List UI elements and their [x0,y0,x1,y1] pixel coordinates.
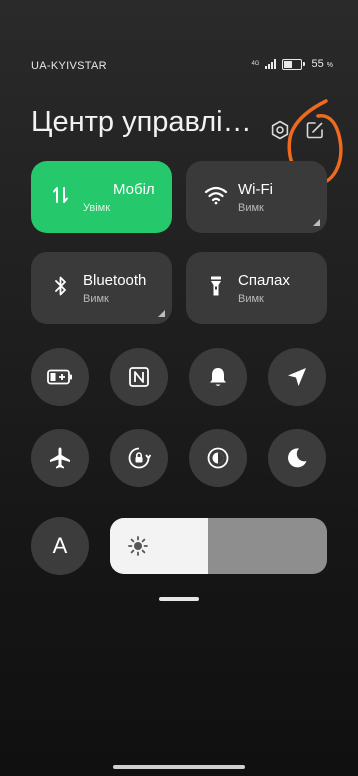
rotation-lock-icon [128,447,151,469]
battery-icon [282,58,306,70]
bluetooth-icon [49,274,73,298]
brightness-slider[interactable] [110,518,327,574]
tile-wifi[interactable]: Wi-Fi Вимк [186,161,327,233]
font-size-label: A [52,533,68,558]
page-indicator [159,597,199,601]
battery-saver-icon [47,369,72,385]
network-type: 4G [251,61,260,67]
wifi-icon [204,183,228,207]
nfc-icon [129,367,149,387]
tile-state: Вимк [238,293,264,305]
tile-label: Wi-Fi [238,181,273,198]
location-icon [288,368,306,386]
airplane-mode-icon [50,447,70,469]
expand-corner-icon [158,310,165,317]
tile-label: Спалах [238,272,290,289]
signal-icon [265,59,277,69]
dark-mode-button[interactable] [189,429,247,487]
font-size-button[interactable]: A [31,517,89,575]
bell-icon [210,368,226,386]
tile-bluetooth[interactable]: Bluetooth Вимк [31,252,172,324]
tile-state: Вимк [83,293,109,305]
nfc-button[interactable] [110,348,168,406]
tile-state: Вимк [238,202,264,214]
tile-flashlight[interactable]: Спалах Вимк [186,252,327,324]
page-title: Центр управлін… [31,106,267,138]
mobile-data-icon [49,183,73,207]
settings-gear-icon [271,120,289,140]
settings-button[interactable] [269,119,291,141]
notification-sound-button[interactable] [189,348,247,406]
home-indicator[interactable] [113,765,245,769]
battery-saver-button[interactable] [31,348,89,406]
flashlight-icon [204,274,228,298]
airplane-mode-button[interactable] [31,429,89,487]
location-button[interactable] [268,348,326,406]
brightness-level [110,518,208,574]
carrier-name: UA-KYIVSTAR [31,60,107,72]
do-not-disturb-button[interactable] [268,429,326,487]
brightness-sun-icon [128,536,148,556]
status-bar: UA-KYIVSTAR 4G 55 % [0,0,358,90]
tile-label: Bluetooth [83,272,147,289]
edit-button[interactable] [304,119,326,141]
expand-corner-icon [313,219,320,226]
do-not-disturb-icon [288,448,307,468]
rotation-lock-button[interactable] [110,429,168,487]
status-icons: 4G 55 % [251,58,333,70]
battery-percent: 55 % [311,58,333,70]
tile-label: Мобіл [113,181,155,198]
tile-mobile-data[interactable]: Мобіл Увімк [31,161,172,233]
dark-mode-icon [207,447,229,469]
edit-icon [306,122,323,139]
tile-state: Увімк [83,202,111,214]
